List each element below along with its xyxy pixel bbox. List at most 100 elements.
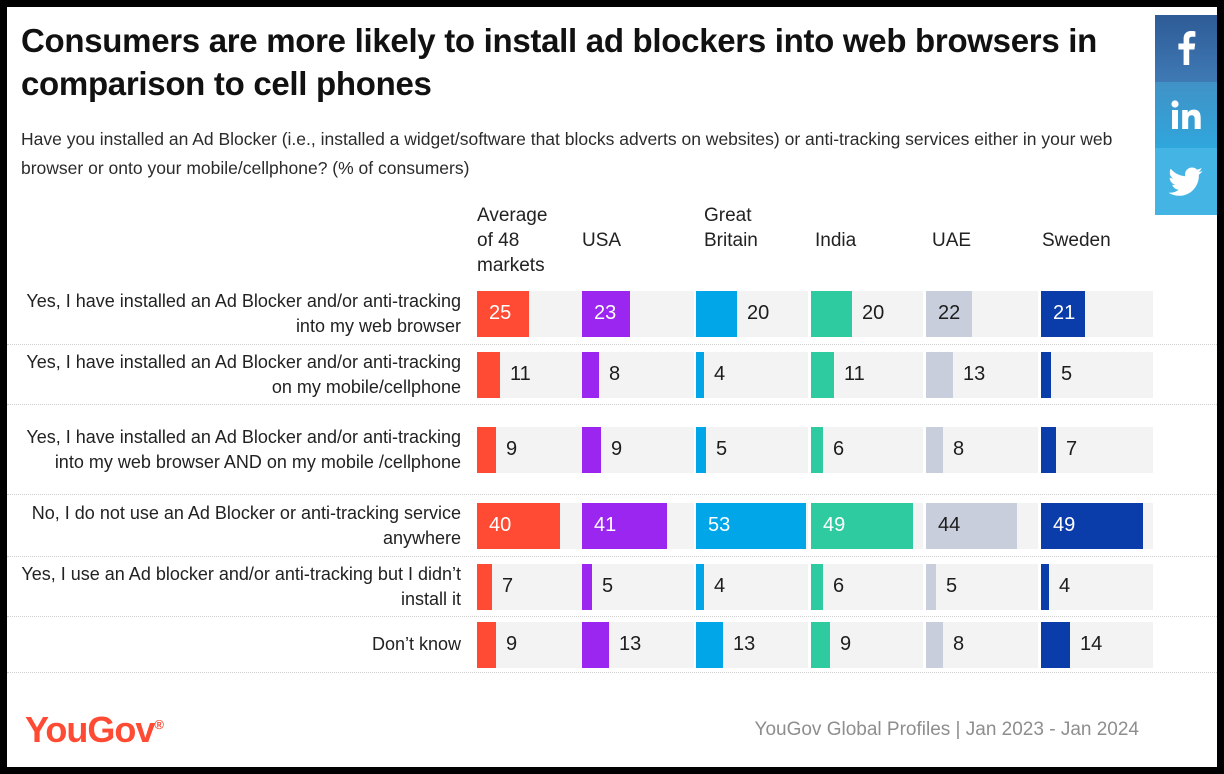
bar-cell: 14 [1041, 621, 1153, 668]
bar-cell: 5 [696, 426, 808, 473]
bar-cell: 9 [582, 426, 694, 473]
row-label: Yes, I have installed an Ad Blocker and/… [26, 426, 461, 472]
bar [811, 563, 823, 610]
bar [1041, 563, 1049, 610]
twitter-share-button[interactable] [1155, 148, 1217, 216]
row-cells: 9 9 5 6 8 7 [469, 405, 1217, 494]
bar-track: 49 [811, 502, 923, 549]
bar-cell: 11 [811, 351, 923, 398]
bar [811, 621, 830, 668]
bar [582, 502, 667, 549]
bar-cell: 13 [582, 621, 694, 668]
bar-track: 14 [1041, 621, 1153, 668]
bar [811, 290, 852, 337]
linkedin-icon [1171, 100, 1201, 130]
bar-value-label: 6 [833, 575, 845, 597]
row-label: No, I do not use an Ad Blocker or anti-t… [31, 502, 461, 548]
bar [811, 351, 834, 398]
column-header-3: India [815, 230, 857, 251]
linkedin-share-button[interactable] [1155, 81, 1217, 149]
bar-track: 9 [477, 426, 589, 473]
table-row: Yes, I use an Ad blocker and/or anti-tra… [7, 557, 1217, 617]
row-cells: 11 8 4 11 13 5 [469, 345, 1217, 404]
bar-value-label: 14 [1080, 633, 1103, 655]
bar [582, 621, 609, 668]
bar-value-label: 20 [747, 302, 770, 324]
bar-cell: 9 [477, 426, 589, 473]
bar-cell: 49 [1041, 502, 1153, 549]
bar-cell: 11 [477, 351, 589, 398]
row-cells: 40 41 53 49 44 49 [469, 495, 1217, 556]
bar-track: 9 [477, 621, 589, 668]
column-header-4: UAE [932, 230, 972, 251]
bar-value-label: 5 [946, 575, 958, 597]
bar [477, 502, 560, 549]
bar-value-label: 5 [602, 575, 614, 597]
table-row: Yes, I have installed an Ad Blocker and/… [7, 345, 1217, 405]
bar-value-label: 9 [611, 438, 623, 460]
bar [582, 290, 630, 337]
bar-value-label: 13 [963, 363, 986, 385]
bar [477, 563, 492, 610]
bar [582, 351, 599, 398]
facebook-icon [1176, 31, 1196, 66]
bar-track: 11 [477, 351, 589, 398]
bar-value-label: 11 [844, 363, 865, 385]
bar-track: 22 [926, 290, 1038, 337]
bar-track: 7 [1041, 426, 1153, 473]
bar-cell: 49 [811, 502, 923, 549]
bar-value-label: 6 [833, 438, 845, 460]
bar-value-label: 7 [1066, 438, 1078, 460]
row-label: Yes, I use an Ad blocker and/or anti-tra… [21, 563, 461, 609]
bar-track: 20 [696, 290, 808, 337]
bar-track: 8 [926, 426, 1038, 473]
bar [926, 502, 1017, 549]
bar [696, 502, 806, 549]
bar [582, 563, 592, 610]
bar-track: 13 [926, 351, 1038, 398]
bar-cell: 6 [811, 563, 923, 610]
bar-track: 13 [696, 621, 808, 668]
bar-value-label: 4 [714, 363, 726, 385]
bar-value-label: 13 [733, 633, 756, 655]
bar-cell: 8 [926, 426, 1038, 473]
bar-cell: 41 [582, 502, 694, 549]
social-share-rail [1155, 15, 1217, 216]
bar-cell: 5 [582, 563, 694, 610]
row-cells: 25 23 20 20 22 21 [469, 283, 1217, 344]
bar-track: 5 [1041, 351, 1153, 398]
bar-cell: 5 [1041, 351, 1153, 398]
yougov-logo-text: YouGov [25, 709, 155, 750]
bar-cell: 7 [1041, 426, 1153, 473]
bar-cell: 4 [696, 351, 808, 398]
bar [477, 351, 500, 398]
bar-track: 9 [582, 426, 694, 473]
row-cells: 7 5 4 6 5 4 [469, 557, 1217, 616]
bar-track: 23 [582, 290, 694, 337]
bar-value-label: 9 [506, 633, 518, 655]
bar-track: 40 [477, 502, 589, 549]
bar-value-label: 4 [714, 575, 726, 597]
bar-value-label: 4 [1059, 575, 1071, 597]
bar-cell: 23 [582, 290, 694, 337]
facebook-share-button[interactable] [1155, 15, 1217, 82]
bar-value-label: 5 [1061, 363, 1073, 385]
bar [926, 563, 936, 610]
bar [696, 563, 704, 610]
bar-track: 4 [696, 351, 808, 398]
bar [811, 502, 913, 549]
bar-track: 20 [811, 290, 923, 337]
bar-value-label: 8 [953, 438, 965, 460]
table-row: Don’t know 9 13 13 9 8 14 [7, 617, 1217, 673]
bar-value-label: 13 [619, 633, 642, 655]
bar-cell: 5 [926, 563, 1038, 610]
source-note: YouGov Global Profiles | Jan 2023 - Jan … [754, 719, 1139, 740]
bar [1041, 290, 1085, 337]
bar-cell: 6 [811, 426, 923, 473]
bar [1041, 502, 1143, 549]
infographic-page: Consumers are more likely to install ad … [0, 0, 1224, 774]
bar-track: 13 [582, 621, 694, 668]
bar-cell: 4 [696, 563, 808, 610]
bar-track: 4 [1041, 563, 1153, 610]
bar [696, 351, 704, 398]
